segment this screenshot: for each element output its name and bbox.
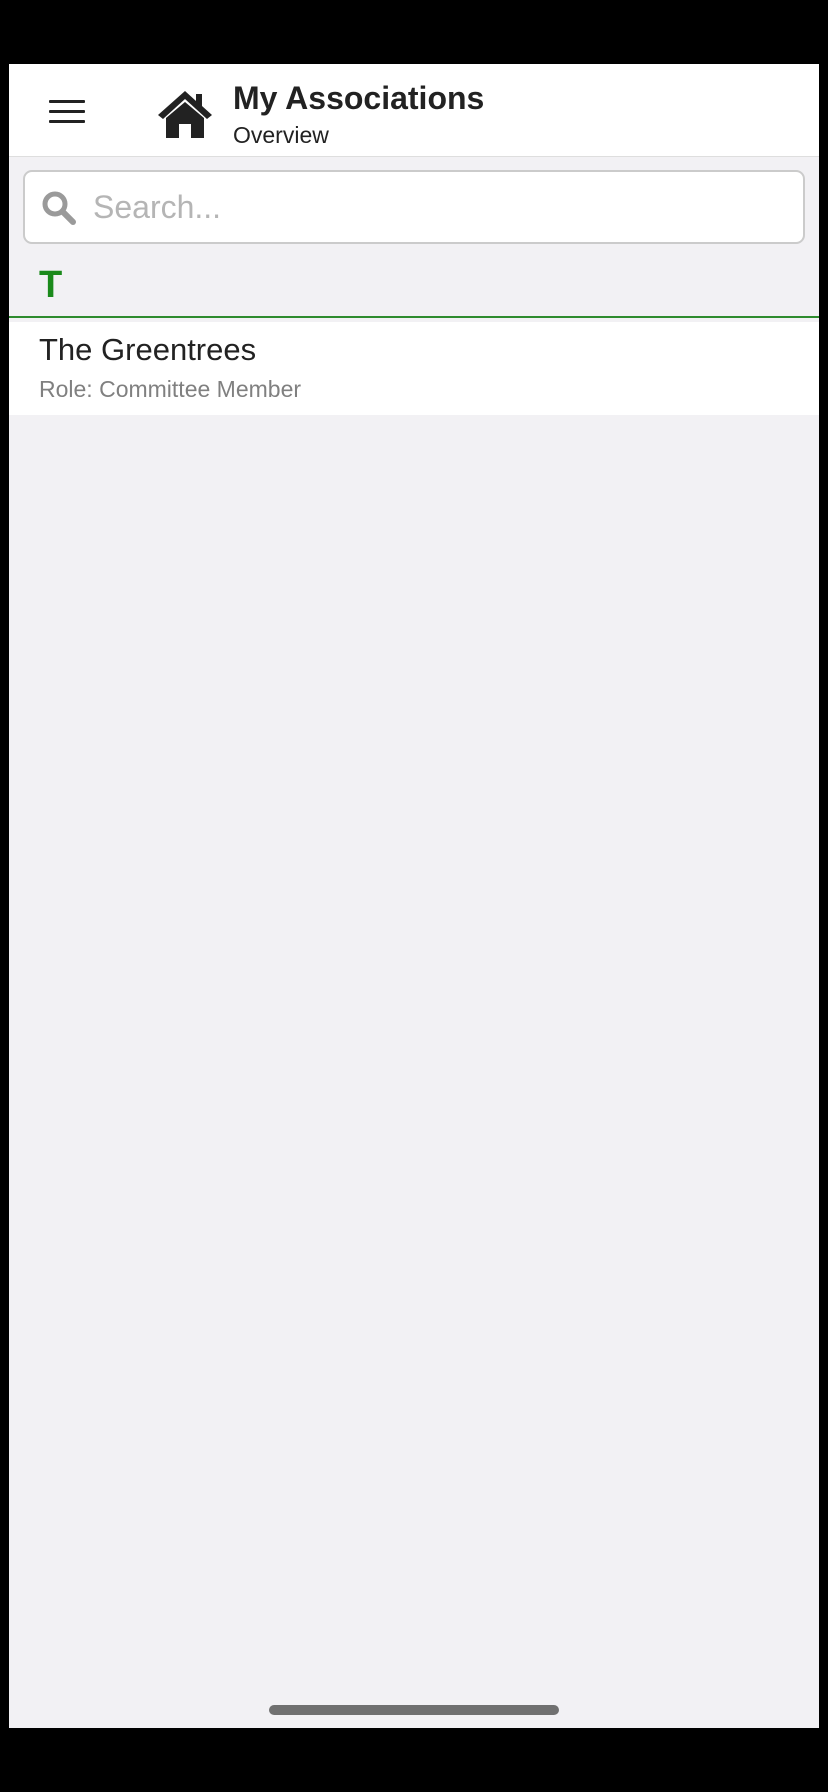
search-input[interactable] [93, 172, 783, 242]
section-header: T [9, 260, 819, 318]
section-letter: T [39, 264, 63, 306]
home-icon[interactable] [156, 88, 214, 140]
menu-button[interactable] [39, 94, 87, 130]
association-list-item[interactable]: The Greentrees Role: Committee Member [9, 322, 819, 415]
search-icon [42, 191, 76, 225]
home-indicator[interactable] [269, 1705, 559, 1715]
menu-icon-bar [49, 110, 85, 113]
app-header: My Associations Overview [9, 64, 819, 157]
search-bar[interactable] [23, 170, 805, 244]
page-title: My Associations [233, 80, 485, 116]
association-role: Role: Committee Member [39, 376, 302, 402]
menu-icon-bar [49, 100, 85, 103]
page-subtitle: Overview [233, 122, 329, 148]
menu-icon-bar [49, 120, 85, 123]
association-name: The Greentrees [39, 332, 257, 367]
app-screen: My Associations Overview T The Greentree… [9, 64, 819, 1728]
